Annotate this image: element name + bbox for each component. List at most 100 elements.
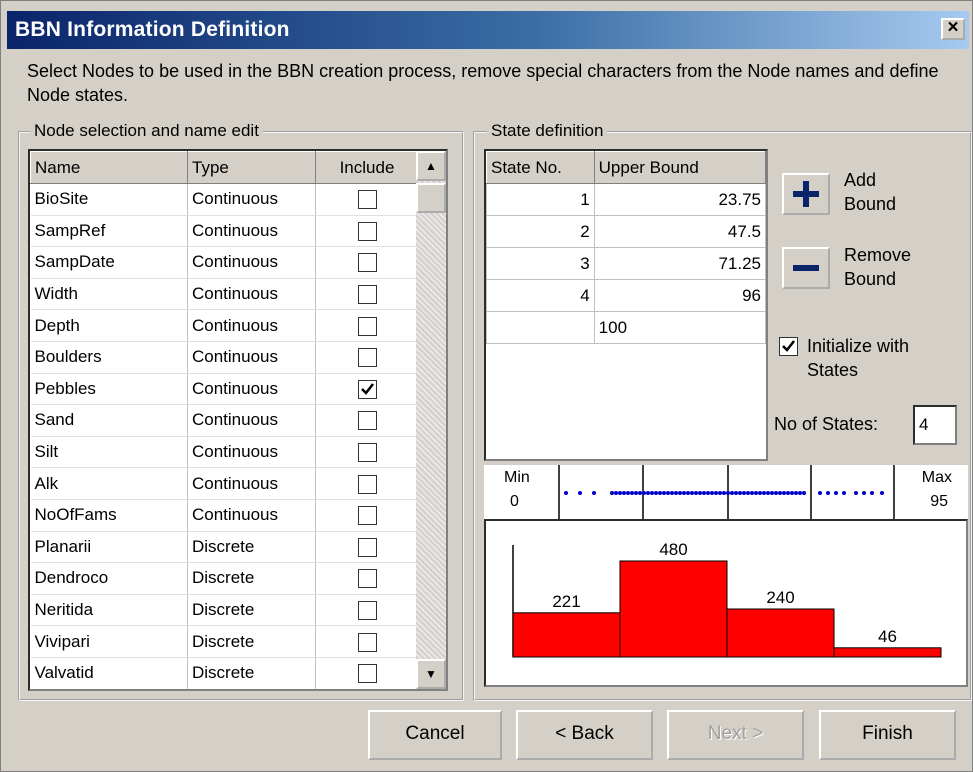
table-row[interactable]: Silt Continuous [30,436,419,469]
include-checkbox[interactable] [357,474,377,494]
node-name-cell[interactable]: Valvatid [30,657,188,689]
no-of-states-input[interactable]: 4 [913,405,957,445]
include-checkbox[interactable] [357,379,377,399]
node-grid-scrollbar[interactable]: ▲ ▼ [416,151,446,689]
range-dot [698,491,702,495]
finish-button[interactable]: Finish [819,710,956,760]
node-grid[interactable]: Name Type Include BioSite Continuous SampR… [28,149,448,691]
include-checkbox[interactable] [357,664,377,684]
close-button[interactable]: × [941,18,965,40]
scroll-thumb[interactable] [416,183,446,213]
range-dot [766,491,770,495]
include-checkbox[interactable] [357,253,377,273]
node-name-cell[interactable]: Vivipari [30,625,188,658]
table-row[interactable]: NoOfFams Continuous [30,499,419,532]
table-row[interactable]: Boulders Continuous [30,341,419,374]
node-name-cell[interactable]: Neritida [30,594,188,627]
node-name-cell[interactable]: Planarii [30,531,188,564]
next-button[interactable]: Next > [667,710,804,760]
table-row[interactable]: Vivipari Discrete [30,625,419,658]
node-name-cell[interactable]: Boulders [30,341,188,374]
range-dot [646,491,650,495]
back-button[interactable]: < Back [516,710,653,760]
column-header-state-no: State No. [486,151,595,184]
histogram-bar-label: 240 [766,588,794,607]
range-dot [746,491,750,495]
include-checkbox[interactable] [357,537,377,557]
state-row[interactable]: 1 23.75 [486,183,767,216]
state-table: State No. Upper Bound 1 23.75 2 47.5 3 71.25 4… [486,151,767,344]
scroll-down-button[interactable]: ▼ [416,659,446,689]
include-checkbox[interactable] [357,569,377,589]
range-dot [730,491,734,495]
scroll-up-button[interactable]: ▲ [416,151,446,181]
column-header-include[interactable]: Include [315,151,419,184]
table-row[interactable]: Depth Continuous [30,309,419,342]
include-checkbox[interactable] [357,348,377,368]
table-row[interactable]: Valvatid Discrete [30,657,419,689]
node-name-cell[interactable]: Dendroco [30,562,188,595]
table-row[interactable]: Sand Continuous [30,404,419,437]
table-row[interactable]: Width Continuous [30,278,419,311]
node-name-cell[interactable]: Silt [30,436,188,469]
column-header-type[interactable]: Type [187,151,316,184]
range-dot [694,491,698,495]
range-dot [686,491,690,495]
node-name-cell[interactable]: NoOfFams [30,499,188,532]
table-row[interactable]: SampDate Continuous [30,246,419,279]
add-bound-button[interactable] [782,173,830,215]
state-grid[interactable]: State No. Upper Bound 1 23.75 2 47.5 3 71.25 4… [484,149,768,461]
upper-bound-cell[interactable]: 23.75 [593,183,767,216]
range-dots [564,491,884,495]
node-name-cell[interactable]: SampDate [30,246,188,279]
state-row[interactable]: 100 [486,311,767,344]
state-row[interactable]: 2 47.5 [486,215,767,248]
initialize-label[interactable]: Initialize with States [807,334,947,382]
node-name-cell[interactable]: SampRef [30,215,188,248]
include-checkbox[interactable] [357,443,377,463]
include-checkbox[interactable] [357,411,377,431]
include-checkbox[interactable] [357,221,377,241]
include-checkbox[interactable] [357,190,377,210]
upper-bound-cell[interactable]: 71.25 [593,247,767,280]
histogram-bar-label: 480 [659,540,687,559]
include-checkbox[interactable] [357,632,377,652]
range-dot [634,491,638,495]
range-dot [770,491,774,495]
include-cell [315,183,419,216]
state-row[interactable]: 3 71.25 [486,247,767,280]
upper-bound-cell[interactable]: 100 [593,311,767,344]
initialize-checkbox[interactable] [779,337,798,356]
range-dot [610,491,614,495]
checkmark-icon [782,340,795,352]
include-cell [315,594,419,627]
node-name-cell[interactable]: Width [30,278,188,311]
include-cell [315,467,419,500]
table-row[interactable]: Alk Continuous [30,467,419,500]
node-name-cell[interactable]: Alk [30,467,188,500]
table-row[interactable]: Planarii Discrete [30,531,419,564]
range-dot [630,491,634,495]
upper-bound-cell[interactable]: 96 [593,279,767,312]
node-name-cell[interactable]: Sand [30,404,188,437]
range-dot [722,491,726,495]
column-header-name[interactable]: Name [30,151,188,184]
include-checkbox[interactable] [357,601,377,621]
upper-bound-cell[interactable]: 47.5 [593,215,767,248]
table-row[interactable]: SampRef Continuous [30,215,419,248]
table-row[interactable]: Neritida Discrete [30,594,419,627]
table-row[interactable]: BioSite Continuous [30,183,419,216]
range-dot [710,491,714,495]
table-row[interactable]: Dendroco Discrete [30,562,419,595]
node-name-cell[interactable]: Pebbles [30,373,188,406]
node-name-cell[interactable]: BioSite [30,183,188,216]
include-checkbox[interactable] [357,285,377,305]
table-row[interactable]: Pebbles Continuous [30,373,419,406]
range-dot [618,491,622,495]
node-name-cell[interactable]: Depth [30,309,188,342]
include-checkbox[interactable] [357,506,377,526]
remove-bound-button[interactable] [782,247,830,289]
state-row[interactable]: 4 96 [486,279,767,312]
include-checkbox[interactable] [357,316,377,336]
cancel-button[interactable]: Cancel [368,710,502,760]
